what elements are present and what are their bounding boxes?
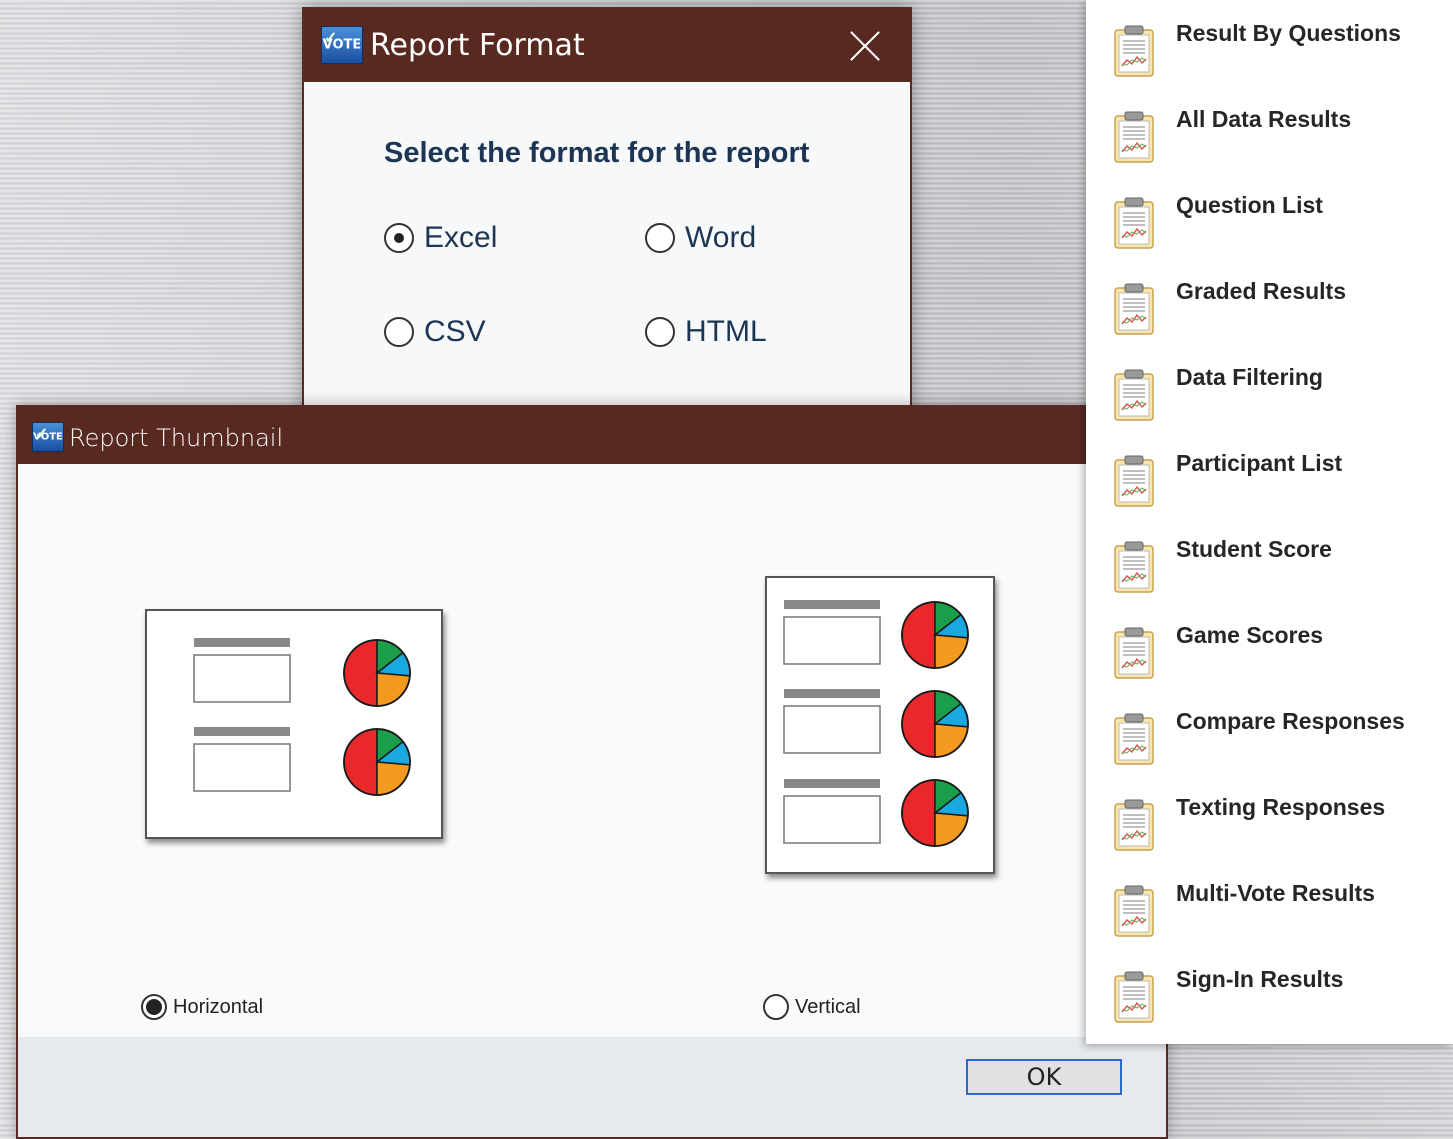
format-option-excel[interactable]: Excel <box>384 221 497 255</box>
report-type-label: Result By Questions <box>1176 20 1401 46</box>
vertical-layout-thumbnail[interactable] <box>758 569 1008 887</box>
report-type-label: Student Score <box>1176 536 1332 562</box>
format-option-html[interactable]: HTML <box>645 315 767 349</box>
html-radio[interactable] <box>645 317 675 347</box>
orientation-option-horizontal[interactable]: Horizontal <box>141 994 263 1020</box>
format-option-label: CSV <box>424 315 486 348</box>
report-type-label: Question List <box>1176 192 1323 218</box>
report-type-label: Participant List <box>1176 450 1343 476</box>
clipboard-chart-icon <box>1114 627 1154 679</box>
vote-app-icon: ✓ VOTE <box>32 422 64 452</box>
clipboard-chart-icon <box>1114 25 1154 77</box>
vertical-radio[interactable] <box>763 994 789 1020</box>
horizontal-radio[interactable] <box>141 994 167 1020</box>
clipboard-chart-icon <box>1114 111 1154 163</box>
pie-chart-icon <box>343 728 411 796</box>
report-format-dialog: ✓ VOTE Report Format Select the format fo… <box>302 7 912 421</box>
pie-chart-icon <box>901 601 969 669</box>
csv-radio[interactable] <box>384 317 414 347</box>
report-type-label: Game Scores <box>1176 622 1324 648</box>
report-type-item[interactable]: Participant List <box>1086 430 1453 516</box>
report-thumbnail-title: Report Thumbnail <box>69 424 284 452</box>
report-format-title: Report Format <box>370 28 585 63</box>
report-type-label: Texting Responses <box>1176 794 1386 820</box>
ok-button[interactable]: OK <box>966 1059 1122 1095</box>
report-type-item[interactable]: Graded Results <box>1086 258 1453 344</box>
clipboard-chart-icon <box>1114 283 1154 335</box>
pie-chart-icon <box>901 690 969 758</box>
vote-app-icon: ✓ VOTE <box>321 26 363 64</box>
report-type-label: Data Filtering <box>1176 364 1323 390</box>
report-type-label: Graded Results <box>1176 278 1346 304</box>
report-type-label: All Data Results <box>1176 106 1352 132</box>
report-type-item[interactable]: Sign-In Results <box>1086 946 1453 1032</box>
clipboard-chart-icon <box>1114 885 1154 937</box>
report-type-item[interactable]: Student Score <box>1086 516 1453 602</box>
word-radio[interactable] <box>645 223 675 253</box>
clipboard-chart-icon <box>1114 197 1154 249</box>
orientation-label: Horizontal <box>173 995 264 1018</box>
report-type-list: Result By Questions All Data Results Quest… <box>1086 0 1453 1044</box>
report-type-item[interactable]: Data Filtering <box>1086 344 1453 430</box>
report-type-item[interactable]: Result By Questions <box>1086 0 1453 86</box>
report-type-item[interactable]: Question List <box>1086 172 1453 258</box>
report-type-item[interactable]: Multi-Vote Results <box>1086 860 1453 946</box>
format-option-label: Excel <box>424 221 498 254</box>
pie-chart-icon <box>343 639 411 707</box>
orientation-option-vertical[interactable]: Vertical <box>763 994 861 1020</box>
clipboard-chart-icon <box>1114 455 1154 507</box>
report-thumbnail-dialog: ✓ VOTE Report Thumbnail Horizontal Verti… <box>16 405 1168 1139</box>
report-type-item[interactable]: Texting Responses <box>1086 774 1453 860</box>
pie-chart-icon <box>901 779 969 847</box>
format-option-label: Word <box>685 221 757 254</box>
close-icon[interactable] <box>848 29 882 63</box>
orientation-label: Vertical <box>795 995 861 1018</box>
format-heading: Select the format for the report <box>384 137 810 169</box>
clipboard-chart-icon <box>1114 971 1154 1023</box>
report-format-titlebar[interactable]: ✓ VOTE Report Format <box>304 9 910 82</box>
format-option-csv[interactable]: CSV <box>384 315 486 349</box>
report-type-item[interactable]: All Data Results <box>1086 86 1453 172</box>
clipboard-chart-icon <box>1114 541 1154 593</box>
format-option-label: HTML <box>685 315 767 348</box>
report-type-label: Compare Responses <box>1176 708 1405 734</box>
clipboard-chart-icon <box>1114 799 1154 851</box>
report-thumbnail-titlebar[interactable]: ✓ VOTE Report Thumbnail <box>18 407 1166 464</box>
excel-radio[interactable] <box>384 223 414 253</box>
report-type-label: Multi-Vote Results <box>1176 880 1375 906</box>
clipboard-chart-icon <box>1114 713 1154 765</box>
report-type-item[interactable]: Game Scores <box>1086 602 1453 688</box>
format-option-word[interactable]: Word <box>645 221 756 255</box>
report-type-item[interactable]: Compare Responses <box>1086 688 1453 774</box>
report-type-label: Sign-In Results <box>1176 966 1344 992</box>
horizontal-layout-thumbnail[interactable] <box>138 602 458 852</box>
clipboard-chart-icon <box>1114 369 1154 421</box>
